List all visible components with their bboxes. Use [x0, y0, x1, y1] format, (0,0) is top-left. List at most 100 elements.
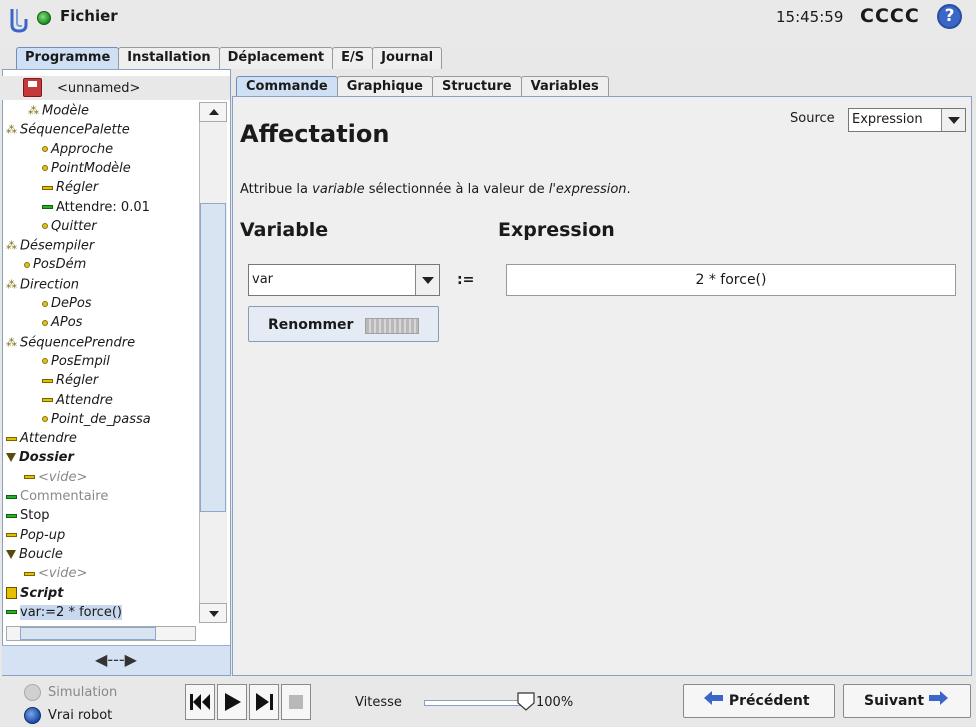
tab-variables[interactable]: Variables — [520, 76, 609, 97]
tree-item[interactable]: Commentaire — [6, 488, 108, 506]
folder-icon — [6, 453, 16, 463]
tree-item-label: APos — [51, 315, 83, 331]
tree-item[interactable]: ⁂ Modèle — [28, 102, 89, 121]
tab-structure[interactable]: Structure — [431, 76, 522, 97]
skip-start-button[interactable] — [185, 684, 215, 720]
tree-item[interactable]: Attendre — [6, 430, 77, 448]
robot-name: CCCC — [860, 5, 920, 27]
tree-item[interactable]: Boucle — [6, 546, 63, 564]
tab-programme[interactable]: Programme — [16, 47, 120, 70]
chevron-down-icon[interactable] — [941, 109, 965, 131]
tree-item[interactable]: PointModèle — [42, 160, 131, 178]
tree-item[interactable]: ⁂ SéquencePrendre — [6, 334, 135, 353]
scroll-down-button[interactable] — [199, 603, 227, 623]
expression-heading: Expression — [498, 219, 615, 241]
tab-journal[interactable]: Journal — [372, 47, 443, 69]
tab-installation[interactable]: Installation — [118, 47, 220, 69]
file-menu[interactable]: Fichier — [60, 7, 118, 25]
action-icon — [6, 513, 17, 518]
tree-item-label: Stop — [20, 508, 50, 524]
tree-item[interactable]: Point_de_passa — [42, 411, 151, 429]
program-tree: ⁂ Modèle ⁂ SéquencePalette Approche PointModè… — [6, 102, 196, 623]
tree-item[interactable]: APos — [42, 314, 82, 332]
variable-value: var — [252, 272, 274, 287]
action-icon — [42, 398, 53, 402]
arrow-left-icon — [704, 685, 724, 717]
speed-slider[interactable] — [424, 700, 526, 706]
simulation-radio[interactable] — [24, 684, 41, 701]
rename-button[interactable]: Renommer — [248, 306, 439, 342]
rename-label: Renommer — [268, 317, 354, 333]
stop-button[interactable] — [281, 684, 311, 720]
tab-commande[interactable]: Commande — [236, 76, 338, 97]
command-tabs: Commande Graphique Structure Variables — [236, 76, 609, 97]
expression-field[interactable]: 2 * force() — [506, 264, 956, 296]
speed-slider-knob[interactable] — [516, 691, 536, 711]
tree-item[interactable]: Dossier — [6, 449, 74, 467]
panel-resize-handle[interactable]: ◀---▶ — [2, 645, 230, 675]
tree-item-label: PosEmpil — [51, 353, 110, 369]
save-icon[interactable] — [23, 78, 42, 97]
real-robot-radio[interactable] — [24, 707, 41, 724]
play-button[interactable] — [217, 684, 247, 720]
tree-item[interactable]: PosEmpil — [42, 353, 110, 371]
tree-item-label: Commentaire — [20, 489, 109, 504]
waypoint-icon — [42, 146, 48, 153]
tree-item[interactable]: Quitter — [42, 218, 97, 236]
action-icon — [6, 533, 17, 538]
chevron-down-icon[interactable] — [415, 265, 439, 295]
action-icon — [42, 205, 53, 209]
step-button[interactable] — [249, 684, 279, 720]
action-icon — [6, 610, 17, 615]
clock: 15:45:59 — [776, 8, 844, 26]
tree-item-label: Attendre — [56, 392, 113, 408]
tree-item[interactable]: Pop-up — [6, 527, 65, 545]
description: Attribue la variable sélectionnée à la v… — [240, 182, 631, 197]
tree-item[interactable]: DePos — [42, 295, 92, 313]
variable-dropdown[interactable]: var — [248, 264, 440, 296]
help-icon[interactable]: ? — [937, 4, 962, 29]
group-icon: ⁂ — [6, 277, 17, 291]
tree-item[interactable]: Script — [6, 585, 63, 603]
step-forward-icon — [256, 693, 273, 711]
previous-button[interactable]: Précédent — [683, 684, 835, 718]
tree-item[interactable]: ⁂ Direction — [6, 276, 79, 295]
next-label: Suivant — [864, 693, 925, 709]
tree-item[interactable]: var:=2 * force() — [6, 604, 122, 622]
tree-item-label: Direction — [20, 277, 80, 293]
tree-item[interactable]: Stop — [6, 507, 50, 525]
tree-item[interactable]: ⁂ Désempiler — [6, 237, 94, 256]
source-dropdown[interactable]: Expression — [848, 108, 966, 132]
tree-item[interactable]: ⁂ SéquencePalette — [6, 121, 130, 140]
tab-deplacement[interactable]: Déplacement — [218, 47, 334, 69]
tree-item[interactable]: PosDém — [24, 256, 86, 274]
action-icon — [24, 571, 35, 576]
tab-graphique[interactable]: Graphique — [336, 76, 433, 97]
horizontal-scroll-thumb[interactable] — [20, 627, 156, 640]
scroll-up-button[interactable] — [199, 102, 227, 122]
tree-item[interactable]: <vide> — [24, 565, 87, 583]
group-icon: ⁂ — [6, 239, 17, 253]
waypoint-icon — [42, 165, 48, 172]
tree-item-label: PointModèle — [51, 160, 131, 176]
action-icon — [6, 494, 17, 499]
next-button[interactable]: Suivant — [843, 684, 971, 718]
program-name: <unnamed> — [57, 81, 141, 96]
stop-icon — [289, 695, 303, 709]
tree-item[interactable]: Régler — [42, 179, 98, 197]
scroll-thumb[interactable] — [200, 203, 226, 512]
action-icon — [6, 436, 17, 441]
tree-item[interactable]: Régler — [42, 372, 98, 390]
real-robot-label: Vrai robot — [48, 708, 113, 723]
page-title: Affectation — [240, 120, 390, 148]
action-icon — [24, 475, 35, 480]
file-status-icon[interactable] — [37, 11, 51, 25]
tree-item[interactable]: Approche — [42, 141, 113, 159]
tab-es[interactable]: E/S — [332, 47, 374, 69]
tree-item[interactable]: <vide> — [24, 469, 87, 487]
tree-item[interactable]: Attendre — [42, 392, 113, 410]
tree-item[interactable]: Attendre: 0.01 — [42, 199, 150, 217]
source-value: Expression — [852, 112, 923, 127]
tree-item-label: Script — [20, 585, 64, 601]
waypoint-icon — [42, 416, 48, 423]
